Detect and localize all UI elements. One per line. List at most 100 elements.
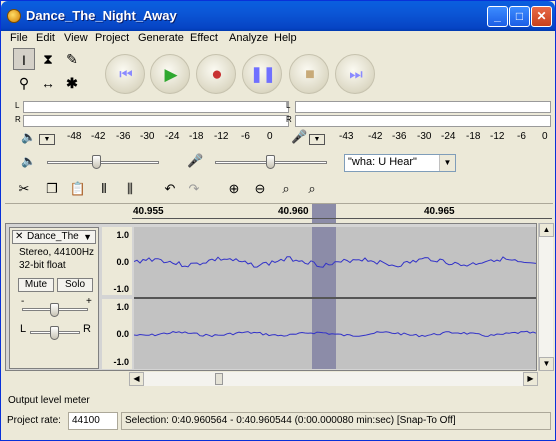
input-meter-right-label: R bbox=[286, 115, 292, 124]
meter-toolbar: L R L R bbox=[11, 100, 552, 130]
record-button[interactable]: ● bbox=[196, 54, 236, 94]
horizontal-scrollbar[interactable]: ◀ ▶ bbox=[129, 372, 538, 386]
output-meter-left[interactable] bbox=[23, 101, 289, 113]
track-menu-icon[interactable]: ▼ bbox=[83, 232, 92, 242]
menu-analyze[interactable]: Analyze bbox=[229, 32, 268, 44]
track-control-panel: ✕ Dance_The ▼ Stereo, 44100Hz 32-bit flo… bbox=[9, 227, 99, 369]
status-bar: Project rate: 44100 Selection: 0:40.9605… bbox=[5, 412, 553, 430]
microphone-icon[interactable]: 🎤 bbox=[291, 129, 307, 145]
selection-region bbox=[312, 227, 336, 297]
menu-project[interactable]: Project bbox=[95, 32, 129, 44]
vruler-label: -1.0 bbox=[113, 284, 129, 294]
play-button[interactable]: ▶ bbox=[150, 54, 190, 94]
cut-icon[interactable]: ✂ bbox=[13, 179, 35, 199]
fit-project-icon[interactable]: ⌕ bbox=[301, 179, 323, 199]
fit-selection-icon[interactable]: ⌕ bbox=[275, 179, 297, 199]
menu-edit[interactable]: Edit bbox=[36, 32, 55, 44]
vruler-label: 1.0 bbox=[116, 230, 129, 240]
vruler-label: -1.0 bbox=[113, 357, 129, 367]
vertical-scrollbar[interactable]: ▲ ▼ bbox=[538, 223, 554, 371]
mixer-toolbar: 🔈 🎤 "wha: U Hear" ▼ bbox=[11, 152, 552, 174]
copy-icon[interactable]: ❐ bbox=[41, 179, 63, 199]
ruler-label: 40.960 bbox=[278, 206, 309, 217]
zoom-in-icon[interactable]: ⊕ bbox=[223, 179, 245, 199]
input-meter-menu-icon[interactable]: ▼ bbox=[309, 134, 325, 145]
paste-icon[interactable]: 📋 bbox=[67, 179, 89, 199]
output-volume-icon: 🔈 bbox=[21, 154, 36, 168]
skip-start-button[interactable]: ⏮ bbox=[105, 54, 145, 94]
vruler-label: 1.0 bbox=[116, 302, 129, 312]
timeshift-tool-icon[interactable]: ↔ bbox=[37, 72, 59, 94]
input-meter-left[interactable] bbox=[295, 101, 551, 113]
output-meter-right[interactable] bbox=[23, 115, 289, 127]
scroll-right-icon[interactable]: ▶ bbox=[523, 372, 538, 386]
zoom-tool-icon[interactable]: ⚲ bbox=[13, 72, 35, 94]
waveform-right-channel[interactable] bbox=[133, 299, 537, 369]
input-volume-icon: 🎤 bbox=[187, 153, 204, 168]
output-tick: -48 bbox=[67, 131, 82, 142]
output-meter-scale: 🔈 ▼ -48 -42 -36 -30 -24 -18 -12 -6 0 bbox=[19, 129, 285, 147]
multi-tool-icon[interactable]: ✱ bbox=[61, 72, 83, 94]
menu-generate[interactable]: Generate bbox=[138, 32, 184, 44]
skip-start-icon: ⏮ bbox=[119, 66, 133, 83]
silence-icon[interactable]: ⫼ bbox=[119, 179, 141, 199]
menu-help[interactable]: Help bbox=[274, 32, 297, 44]
mute-button[interactable]: Mute bbox=[18, 278, 54, 292]
scroll-up-icon[interactable]: ▲ bbox=[539, 223, 554, 237]
input-tick: -18 bbox=[466, 131, 481, 142]
title-bar: Dance_The_Night_Away _ □ ✕ bbox=[1, 1, 555, 31]
skip-end-button[interactable]: ⏭ bbox=[335, 54, 375, 94]
track-name[interactable]: Dance_The bbox=[27, 231, 79, 242]
redo-icon[interactable]: ↷ bbox=[183, 179, 205, 199]
input-meter-right[interactable] bbox=[295, 115, 551, 127]
speaker-icon[interactable]: 🔈 bbox=[21, 130, 36, 144]
close-button[interactable]: ✕ bbox=[531, 6, 552, 27]
input-tick: -36 bbox=[392, 131, 407, 142]
input-volume-thumb[interactable] bbox=[266, 155, 275, 169]
output-meter-menu-icon[interactable]: ▼ bbox=[39, 134, 55, 145]
undo-icon[interactable]: ↶ bbox=[159, 179, 181, 199]
ruler-label: 40.955 bbox=[133, 206, 164, 217]
ruler-label: 40.965 bbox=[424, 206, 455, 217]
menu-effect[interactable]: Effect bbox=[190, 32, 218, 44]
scroll-thumb[interactable] bbox=[215, 373, 223, 385]
track-name-bar[interactable]: ✕ Dance_The ▼ bbox=[12, 230, 96, 244]
close-track-icon[interactable]: ✕ bbox=[15, 231, 23, 242]
maximize-button[interactable]: □ bbox=[509, 6, 530, 27]
gain-thumb[interactable] bbox=[50, 303, 59, 317]
output-tick: -36 bbox=[116, 131, 131, 142]
stop-button[interactable]: ■ bbox=[289, 54, 329, 94]
selection-tool-icon[interactable]: I bbox=[13, 48, 35, 70]
scroll-left-icon[interactable]: ◀ bbox=[129, 372, 144, 386]
tools-toolbar: I ⧗ ✎ ⚲ ↔ ✱ bbox=[13, 48, 89, 96]
output-tick: -30 bbox=[140, 131, 155, 142]
minimize-button[interactable]: _ bbox=[487, 6, 508, 27]
scroll-down-icon[interactable]: ▼ bbox=[539, 357, 554, 371]
menu-view[interactable]: View bbox=[64, 32, 88, 44]
vruler-label: 0.0 bbox=[116, 257, 129, 267]
record-icon: ● bbox=[211, 64, 223, 85]
project-rate-field[interactable]: 44100 bbox=[68, 412, 118, 430]
skip-end-icon: ⏭ bbox=[349, 66, 363, 83]
waveform-left-svg bbox=[133, 227, 537, 297]
output-volume-thumb[interactable] bbox=[92, 155, 102, 169]
zoom-out-icon[interactable]: ⊖ bbox=[249, 179, 271, 199]
trim-icon[interactable]: ⫴ bbox=[93, 179, 115, 199]
gain-plus-label: + bbox=[86, 296, 92, 307]
menu-file[interactable]: File bbox=[10, 32, 28, 44]
window-title: Dance_The_Night_Away bbox=[26, 8, 177, 23]
timeline-ruler[interactable]: 40.955 40.960 40.965 bbox=[5, 203, 553, 223]
chevron-down-icon[interactable]: ▼ bbox=[439, 155, 455, 171]
waveform-left-channel[interactable] bbox=[133, 227, 537, 297]
input-source-value: "wha: U Hear" bbox=[348, 156, 417, 168]
solo-button[interactable]: Solo bbox=[57, 278, 93, 292]
draw-tool-icon[interactable]: ✎ bbox=[61, 48, 83, 70]
track-bit-depth: 32-bit float bbox=[19, 260, 66, 271]
vertical-ruler-bottom: 1.0 0.0 -1.0 bbox=[102, 299, 132, 369]
waveform-right-svg bbox=[133, 299, 537, 369]
pause-button[interactable]: ❚❚ bbox=[242, 54, 282, 94]
pan-thumb[interactable] bbox=[50, 326, 59, 340]
envelope-tool-icon[interactable]: ⧗ bbox=[37, 48, 59, 70]
input-source-select[interactable]: "wha: U Hear" ▼ bbox=[344, 154, 456, 172]
output-volume-slider[interactable] bbox=[47, 161, 159, 164]
